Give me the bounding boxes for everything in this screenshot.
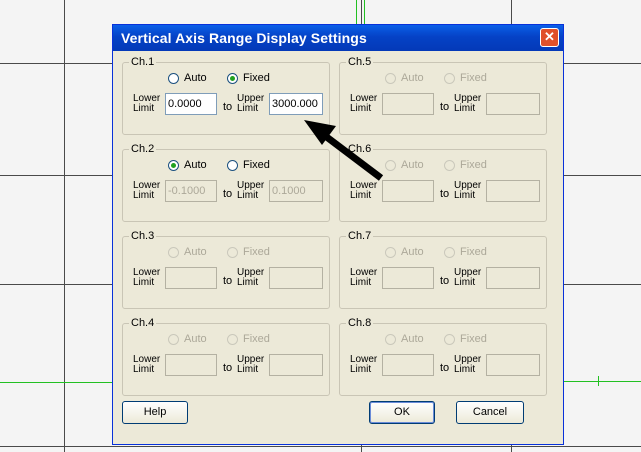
arrow-annotation-icon (304, 120, 384, 181)
